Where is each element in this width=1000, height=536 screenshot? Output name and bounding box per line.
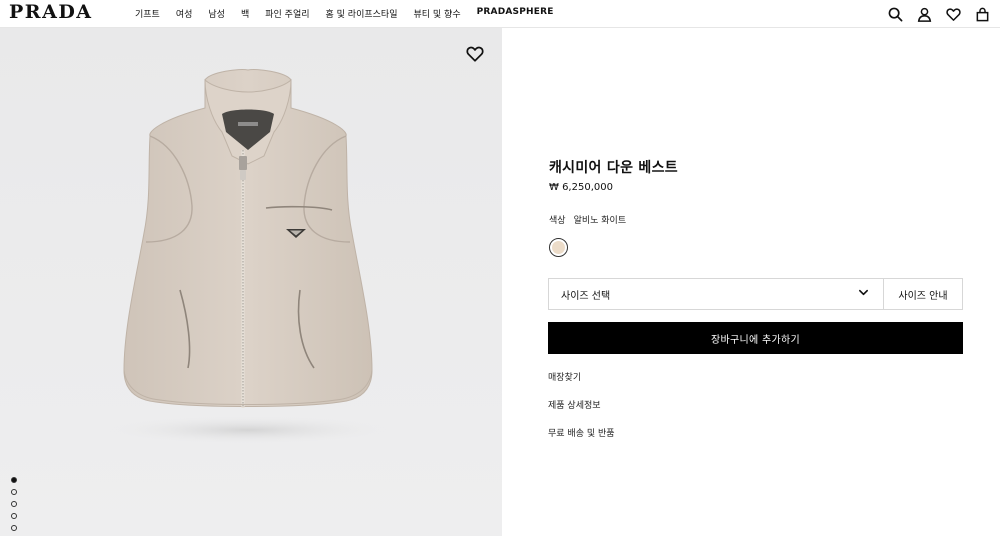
size-guide-button[interactable]: 사이즈 안내 (884, 279, 962, 309)
nav-item-beauty[interactable]: 뷰티 및 향수 (413, 7, 460, 20)
site-header: PRADA 기프트 여성 남성 백 파인 주얼리 홈 및 라이프스타일 뷰티 및… (0, 0, 1000, 28)
nav-item-bags[interactable]: 백 (241, 7, 249, 20)
color-value: 알비노 화이트 (573, 216, 627, 226)
chevron-down-icon (858, 287, 869, 301)
nav-item-pradasphere[interactable]: PRADASPHERE (477, 7, 554, 20)
shipping-returns-link[interactable]: 무료 배송 및 반품 (548, 426, 615, 439)
size-selector-row: 사이즈 선택 사이즈 안내 (548, 278, 963, 310)
size-select-label: 사이즈 선택 (561, 290, 611, 302)
product-details-link[interactable]: 제품 상세정보 (548, 398, 601, 411)
color-label: 색상 (549, 216, 566, 226)
search-icon[interactable] (885, 4, 905, 24)
gallery-dot[interactable] (11, 501, 17, 507)
swatch-fill (552, 241, 565, 254)
add-to-cart-button[interactable]: 장바구니에 추가하기 (548, 322, 963, 354)
store-locator-link[interactable]: 매장찾기 (548, 370, 581, 383)
main-nav: 기프트 여성 남성 백 파인 주얼리 홈 및 라이프스타일 뷰티 및 향수 PR… (135, 7, 570, 20)
image-wishlist-icon[interactable] (466, 45, 484, 63)
gallery-dot[interactable] (11, 513, 17, 519)
gallery-dot[interactable] (11, 525, 17, 531)
nav-item-gift[interactable]: 기프트 (135, 7, 160, 20)
prada-logo[interactable]: PRADA (9, 1, 93, 23)
gallery-dot[interactable] (11, 477, 17, 483)
nav-item-home-lifestyle[interactable]: 홈 및 라이프스타일 (326, 7, 398, 20)
wishlist-icon[interactable] (943, 4, 963, 24)
nav-item-fine-jewelry[interactable]: 파인 주얼리 (265, 7, 309, 20)
size-select-dropdown[interactable]: 사이즈 선택 (549, 279, 884, 309)
product-image (108, 69, 388, 444)
gallery-pagination (11, 477, 17, 531)
header-icons (885, 4, 992, 24)
color-swatch-albino-white[interactable] (549, 238, 568, 257)
gallery-dot[interactable] (11, 489, 17, 495)
product-title: 캐시미어 다운 베스트 (549, 160, 678, 176)
product-image-gallery[interactable] (0, 28, 502, 536)
product-price: ₩ 6,250,000 (549, 182, 613, 193)
bag-icon[interactable] (972, 4, 992, 24)
account-icon[interactable] (914, 4, 934, 24)
color-row: 색상 알비노 화이트 (549, 213, 626, 226)
product-details-panel: 캐시미어 다운 베스트 ₩ 6,250,000 색상 알비노 화이트 사이즈 선택… (502, 28, 1000, 536)
nav-item-men[interactable]: 남성 (208, 7, 225, 20)
nav-item-women[interactable]: 여성 (176, 7, 193, 20)
